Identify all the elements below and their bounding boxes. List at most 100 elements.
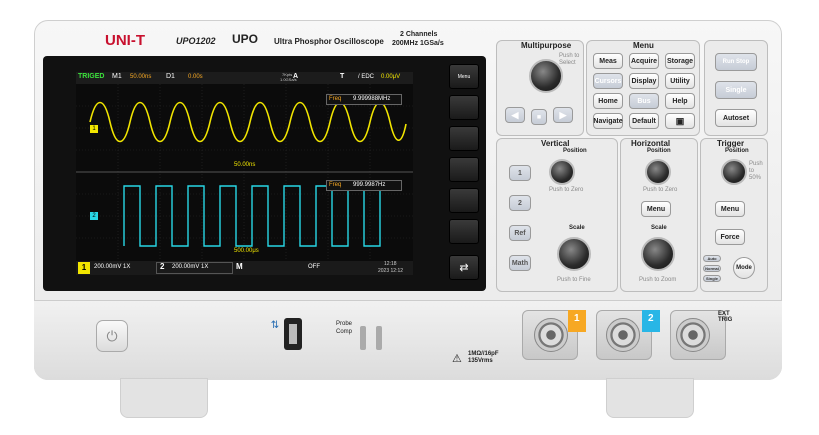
ext-trig-label: EXT TRIG [718,311,733,323]
freq2-value: 999.9987Hz [353,182,386,188]
vertical-push-fine: Push to Fine [557,277,591,283]
trigger-single-indicator: Single [703,275,721,282]
main-label: M1 [112,73,122,80]
menu-panel: Menu Meas Acquire Storage Cursors Displa… [586,40,700,136]
single-button[interactable]: Single [715,81,757,99]
bus-button[interactable]: Bus [629,93,659,109]
trigger-coupling: / EDC [358,74,375,80]
multipurpose-title: Multipurpose [521,41,572,50]
left-foot [120,378,208,418]
horizontal-position-label: Position [647,148,671,154]
autoset-button[interactable]: Autoset [715,109,757,127]
softkey-1[interactable] [449,95,479,120]
model-name: UPO1202 [176,36,216,46]
help-button[interactable]: Help [665,93,695,109]
horizontal-title: Horizontal [631,139,671,148]
freq1-box: Freq 9.999988MHz [326,94,402,105]
swap-icon[interactable]: ⇄ [449,255,479,280]
horizontal-menu-button[interactable]: Menu [641,201,671,217]
multipurpose-push-label: Push to Select [559,53,580,66]
ch1-bnc-connector[interactable] [534,318,568,352]
softkey-menu[interactable]: Menu [449,64,479,89]
softkey-5[interactable] [449,219,479,244]
trigger-status: TRIGED [78,73,105,80]
channel-bar: 1 200.00mV 1X 2 200.00mV 1X M OFF 12:18 … [76,261,413,275]
ch2-bnc-connector[interactable] [606,318,640,352]
run-stop-button[interactable]: Run Stop [715,53,757,71]
ch1-badge[interactable]: 1 [78,262,90,274]
trigger-level-knob[interactable] [721,159,747,185]
select-button[interactable]: ■ [531,109,547,125]
screenshot-button[interactable]: ▣ [665,113,695,129]
right-foot [606,378,694,418]
ext-trig-bnc-connector[interactable] [676,318,710,352]
ch1-scale: 200.00mV 1X [94,264,131,270]
vertical-position-label: Position [563,148,587,154]
power-button[interactable]: ⏻ [96,320,128,352]
freq1-value: 9.999988MHz [353,96,391,102]
trigger-mode-button[interactable]: Mode [733,257,755,279]
vertical-title: Vertical [541,139,570,148]
right-arrow-button[interactable]: ▶ [553,107,573,123]
trigger-panel: Trigger Position Push to 50% Menu Force … [700,138,768,292]
trigger-auto-indicator: Auto [703,255,721,262]
vertical-position-knob[interactable] [549,159,575,185]
freq1-label: Freq [329,96,342,102]
delay-label: D1 [166,73,175,80]
timebase2-label: 500.00μs [234,248,259,254]
horizontal-panel: Horizontal Position Push to Zero Menu Sc… [620,138,698,292]
trigger-title: Trigger [717,139,745,148]
horizontal-scale-knob[interactable] [641,237,675,271]
ch2-badge[interactable]: 2 [160,262,164,271]
navigate-button[interactable]: Navigate [593,113,623,129]
run-panel: Run Stop Single Autoset [704,40,768,136]
usb-port[interactable] [284,318,302,350]
vertical-scale-label: Scale [569,225,585,231]
cursors-button[interactable]: Cursors [593,73,623,89]
usb-icon: ⇅ [270,320,280,331]
display-screen: TRIGED M1 50.00ns D1 0.00s 7Kpts 1.0GSa/… [76,72,413,275]
vertical-panel: Vertical Position Push to Zero 1 2 Ref M… [496,138,618,292]
clock-time: 12:18 [384,261,397,267]
ground-terminal[interactable] [376,326,382,350]
channel-count: 2 Channels [400,31,438,38]
softkey-4[interactable] [449,188,479,213]
home-button[interactable]: Home [593,93,623,109]
acq-mode: A [293,73,299,80]
horizontal-push-zero: Push to Zero [643,187,678,193]
vertical-scale-knob[interactable] [557,237,591,271]
meas-button[interactable]: Meas [593,53,623,69]
ref-button[interactable]: Ref [509,225,531,241]
utility-button[interactable]: Utility [665,73,695,89]
menu-title: Menu [633,41,654,50]
ch1-button[interactable]: 1 [509,165,531,181]
probe-comp-terminal[interactable] [360,326,366,350]
delay-value: 0.00s [188,74,203,80]
vertical-push-zero: Push to Zero [549,187,584,193]
horizontal-position-knob[interactable] [645,159,671,185]
brand-logo: UNI-T [105,32,145,49]
ch1-marker: 1 [90,125,98,133]
ch2-square-trace [123,185,392,247]
trigger-position-label: Position [725,148,749,154]
display-button[interactable]: Display [629,73,659,89]
softkey-2[interactable] [449,126,479,151]
force-button[interactable]: Force [715,229,745,245]
ch1-sine-trace [89,101,407,143]
acquire-button[interactable]: Acquire [629,53,659,69]
math-button[interactable]: Math [509,255,531,271]
trigger-menu-button[interactable]: Menu [715,201,745,217]
spec-line: 200MHz 1GSa/s [392,40,444,47]
input-rating-label: 1MΩ//16pF 135Vrms [468,351,499,364]
math-label: M [236,262,243,271]
storage-button[interactable]: Storage [665,53,695,69]
ch2-button[interactable]: 2 [509,195,531,211]
product-title: Ultra Phosphor Oscilloscope [274,37,384,46]
horizontal-scale-label: Scale [651,225,667,231]
softkey-3[interactable] [449,157,479,182]
multipurpose-panel: Multipurpose Push to Select ◀ ■ ▶ [496,40,584,136]
left-arrow-button[interactable]: ◀ [505,107,525,123]
horizontal-push-zoom: Push to Zoom [639,277,677,283]
multipurpose-knob[interactable] [529,59,563,93]
default-button[interactable]: Default [629,113,659,129]
